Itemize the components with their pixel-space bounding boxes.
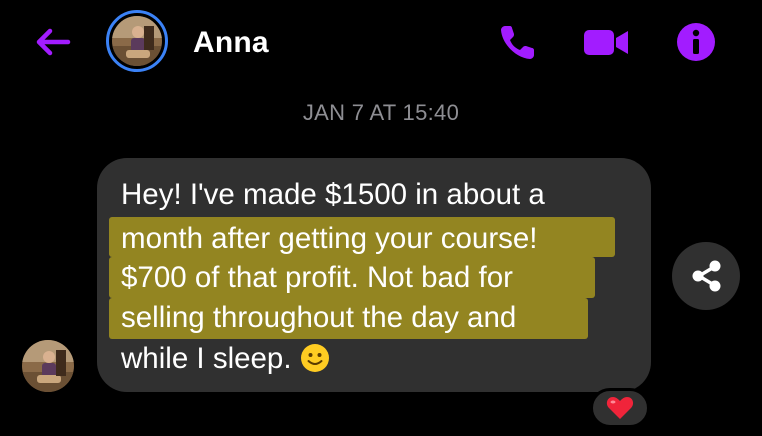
heart-icon	[606, 397, 634, 419]
contact-avatar[interactable]	[106, 10, 168, 72]
back-button[interactable]	[30, 22, 74, 62]
sender-avatar[interactable]	[22, 340, 74, 392]
message-reaction[interactable]	[590, 388, 650, 428]
share-message-button[interactable]	[672, 242, 740, 310]
messenger-chat-screen: Anna JAN 7 AT 15:40 Hey! I've made $1500…	[0, 0, 762, 436]
info-icon	[677, 23, 715, 61]
message-last-line: while I sleep.	[121, 339, 330, 379]
voice-call-button[interactable]	[496, 20, 540, 64]
phone-icon	[501, 26, 534, 59]
slightly-smiling-face-icon	[300, 344, 329, 372]
message-text-line: $700 of that profit. Not bad for	[121, 261, 513, 294]
contact-name[interactable]: Anna	[193, 26, 269, 60]
message-timestamp: JAN 7 AT 15:40	[302, 100, 460, 125]
share-icon	[692, 260, 721, 292]
message-text-line: Hey! I've made $1500 in about a	[121, 178, 545, 211]
arrow-left-icon	[36, 28, 71, 56]
message-text-line: selling throughout the day and	[121, 301, 517, 334]
message-text-line: while I sleep.	[121, 342, 292, 375]
avatar-photo	[112, 16, 162, 66]
video-camera-icon	[584, 30, 628, 55]
conversation-info-button[interactable]	[674, 20, 718, 64]
video-call-button[interactable]	[582, 20, 628, 64]
message-text-line: month after getting your course!	[121, 222, 538, 255]
